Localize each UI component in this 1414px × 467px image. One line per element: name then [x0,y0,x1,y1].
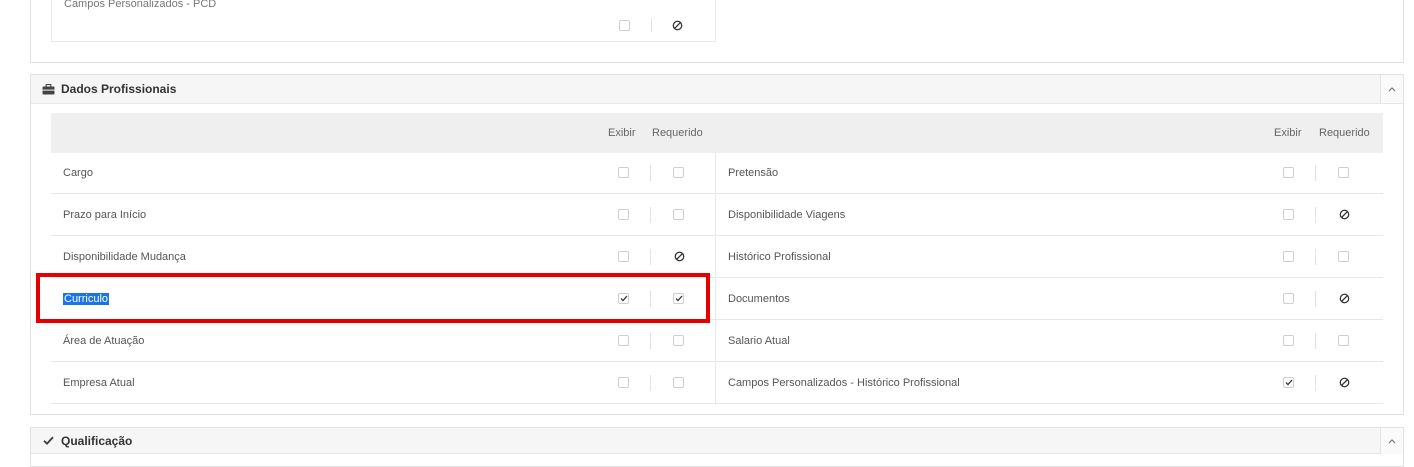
field-label: Empresa Atual [63,377,135,389]
left-field-cell: Prazo para Início [51,195,716,236]
dados-profissionais-panel: Dados Profissionais Exibir Requerido Exi… [30,74,1404,415]
divider [1315,291,1316,307]
right-field-cell: Histórico Profissional [716,237,1383,278]
right-field-cell: Campos Personalizados - Histórico Profis… [716,363,1383,404]
disabled-icon [672,249,686,263]
left-field-cell: Empresa Atual [51,363,716,404]
divider [650,249,651,265]
chevron-up-icon[interactable] [1380,75,1403,103]
right-field-cell: Pretensão [716,153,1383,194]
previous-section-panel: Campos Personalizados - PCD [30,0,1404,63]
left-requerido-checkbox[interactable] [673,209,684,220]
col-exibir-left: Exibir [608,127,636,139]
left-exibir-checkbox[interactable] [618,209,629,220]
left-requerido-checkbox[interactable] [673,293,684,304]
divider [650,333,651,349]
right-exibir-checkbox[interactable] [1283,377,1294,388]
grid-header: Exibir Requerido Exibir Requerido [51,113,1383,153]
qualificacao-panel: Qualificação [30,427,1404,467]
field-label: Disponibilidade Viagens [728,209,846,221]
panel-title: Qualificação [61,433,133,448]
right-field-cell: Salario Atual [716,321,1383,362]
divider [1315,165,1316,181]
table-row: Cargo Pretensão [51,153,1383,195]
field-label: Pretensão [728,167,779,179]
check-icon [41,436,55,445]
divider [1315,333,1316,349]
field-label: Disponibilidade Mudança [63,251,186,263]
field-label: Cargo [63,167,93,179]
prev-row: Campos Personalizados - PCD [51,0,716,42]
divider [650,375,651,391]
field-label: Campos Personalizados - Histórico Profis… [728,377,960,389]
prev-exibir-checkbox[interactable] [619,20,630,31]
divider [650,291,651,307]
right-exibir-checkbox[interactable] [1283,251,1294,262]
briefcase-icon [41,83,55,95]
disabled-icon [1337,291,1351,305]
field-label: Prazo para Início [63,209,147,221]
disabled-icon [670,18,684,32]
col-requerido-left: Requerido [652,127,703,139]
left-exibir-checkbox[interactable] [618,377,629,388]
divider [1315,207,1316,223]
field-label: Histórico Profissional [728,251,831,263]
right-requerido-checkbox[interactable] [1338,251,1349,262]
left-requerido-checkbox[interactable] [673,167,684,178]
panel-title: Dados Profissionais [61,82,177,96]
table-row: Prazo para Início Disponibilidade Viagens [51,195,1383,237]
disabled-icon [1337,375,1351,389]
field-label: Área de Atuação [63,335,145,347]
right-requerido-checkbox[interactable] [1338,167,1349,178]
field-label: Documentos [728,293,790,305]
panel-header[interactable]: Dados Profissionais [31,75,1403,104]
field-label: Salario Atual [728,335,790,347]
table-row: Disponibilidade Mudança Histórico Profiss… [51,237,1383,279]
left-exibir-checkbox[interactable] [618,251,629,262]
table-row: Curriculo Documentos [51,279,1383,321]
col-requerido-right: Requerido [1319,127,1370,139]
right-field-cell: Disponibilidade Viagens [716,195,1383,236]
right-exibir-checkbox[interactable] [1283,167,1294,178]
divider [1315,375,1316,391]
right-exibir-checkbox[interactable] [1283,209,1294,220]
left-exibir-checkbox[interactable] [618,335,629,346]
col-exibir-right: Exibir [1274,127,1302,139]
divider [650,207,651,223]
left-exibir-checkbox[interactable] [618,293,629,304]
left-requerido-checkbox[interactable] [673,377,684,388]
table-row: Empresa Atual Campos Personalizados - His… [51,363,1383,405]
divider [1315,249,1316,265]
disabled-icon [1337,207,1351,221]
table-row: Área de Atuação Salario Atual [51,321,1383,363]
divider [650,165,651,181]
right-exibir-checkbox[interactable] [1283,335,1294,346]
panel-header[interactable]: Qualificação [31,428,1403,454]
fields-grid: Exibir Requerido Exibir Requerido Cargo P… [51,113,1383,404]
right-requerido-checkbox[interactable] [1338,335,1349,346]
field-label: Curriculo [63,293,110,305]
left-field-cell: Área de Atuação [51,321,716,362]
right-field-cell: Documentos [716,279,1383,320]
divider [651,18,652,32]
left-field-cell: Disponibilidade Mudança [51,237,716,278]
left-field-cell: Cargo [51,153,716,194]
chevron-up-icon[interactable] [1380,428,1403,454]
left-requerido-checkbox[interactable] [673,335,684,346]
prev-row-label: Campos Personalizados - PCD [64,0,217,10]
left-exibir-checkbox[interactable] [618,167,629,178]
left-field-cell: Curriculo [51,279,716,320]
right-exibir-checkbox[interactable] [1283,293,1294,304]
